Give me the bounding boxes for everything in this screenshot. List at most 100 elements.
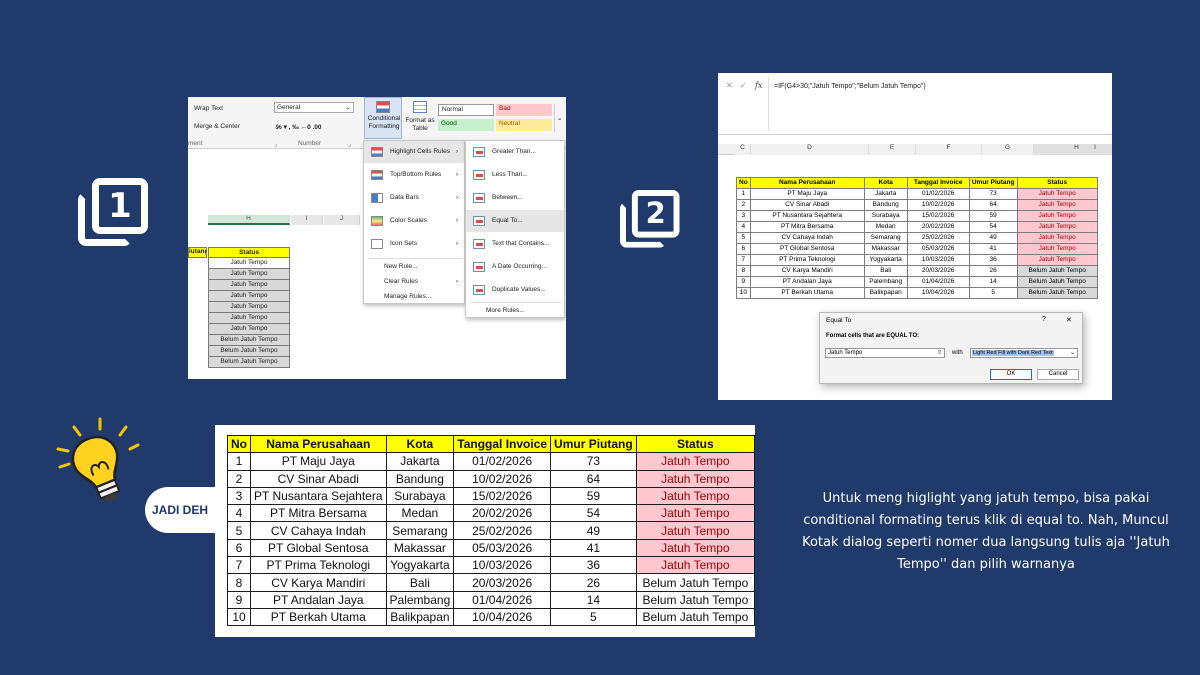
small-table-cell[interactable]: 10/03/2026 <box>906 254 970 266</box>
close-button[interactable]: ✕ <box>1066 316 1072 324</box>
ok-button[interactable]: OK <box>990 369 1032 380</box>
submenu-item-less-than[interactable]: Less Than... <box>466 164 564 186</box>
style-normal[interactable]: Normal <box>438 104 494 116</box>
status-cell[interactable]: Jatuh Tempo <box>635 486 756 506</box>
dialog-launcher-icon[interactable]: ⌟ <box>274 140 277 148</box>
column-header-c[interactable]: C <box>735 144 751 155</box>
table-cell[interactable]: CV Sinar Abadi <box>250 469 387 488</box>
table-cell[interactable]: PT Berkah Utama <box>250 607 387 627</box>
table-cell[interactable]: Semarang <box>385 521 455 540</box>
status-cell[interactable]: Belum Jatuh Tempo <box>208 335 290 346</box>
small-table-cell[interactable]: 59 <box>968 210 1018 222</box>
table-cell[interactable]: PT Mitra Bersama <box>250 504 387 523</box>
header-cell[interactable]: Kota <box>385 434 455 454</box>
small-status-cell[interactable]: Belum Jatuh Tempo <box>1016 287 1098 299</box>
small-table-cell[interactable]: CV Sinar Abadi <box>749 199 865 211</box>
small-table-cell[interactable]: PT Global Sentosa <box>749 243 865 255</box>
small-table-cell[interactable]: 36 <box>968 254 1018 266</box>
small-table-cell[interactable]: 49 <box>968 232 1018 244</box>
table-cell[interactable]: 15/02/2026 <box>453 486 552 506</box>
header-cell[interactable]: No <box>227 434 251 454</box>
table-cell[interactable]: 10/02/2026 <box>453 469 552 488</box>
status-cell[interactable]: Jatuh Tempo <box>208 269 290 280</box>
small-table-cell[interactable]: PT Andalan Jaya <box>749 276 865 288</box>
small-table-cell[interactable]: 10 <box>736 287 751 299</box>
small-table-cell[interactable]: 5 <box>968 287 1018 299</box>
small-header-cell[interactable]: Nama Perusahaan <box>749 177 865 189</box>
small-table-cell[interactable]: 01/02/2026 <box>906 188 970 200</box>
cancel-icon[interactable]: ✕ <box>726 81 733 90</box>
table-cell[interactable]: 2 <box>227 469 251 488</box>
header-cell[interactable]: Status <box>635 434 756 454</box>
header-cell-left[interactable]: iutang <box>188 247 207 258</box>
small-table-cell[interactable]: 64 <box>968 199 1018 211</box>
submenu-item-equal-to[interactable]: Equal To... <box>466 210 564 232</box>
small-table-cell[interactable]: 2 <box>736 199 751 211</box>
status-cell[interactable]: Belum Jatuh Tempo <box>635 590 756 609</box>
table-cell[interactable]: 25/02/2026 <box>453 521 552 540</box>
table-cell[interactable]: 41 <box>550 538 637 558</box>
column-header-h[interactable]: H <box>208 215 290 225</box>
menu-item-clear-rules[interactable]: Clear Rules › <box>364 274 464 289</box>
small-table-cell[interactable]: CV Cahaya Indah <box>749 232 865 244</box>
table-cell[interactable]: 14 <box>550 590 637 609</box>
small-table-cell[interactable]: Semarang <box>863 232 908 244</box>
menu-item-manage-rules[interactable]: Manage Rules... <box>364 289 464 304</box>
header-cell[interactable]: Nama Perusahaan <box>250 434 387 454</box>
style-bad[interactable]: Bad <box>496 104 552 116</box>
submenu-item-between[interactable]: Between... <box>466 187 564 209</box>
table-cell[interactable]: Balikpapan <box>385 607 455 627</box>
table-cell[interactable]: 4 <box>227 504 251 523</box>
small-table-cell[interactable]: 54 <box>968 221 1018 233</box>
status-cell[interactable]: Jatuh Tempo <box>208 280 290 291</box>
small-table-cell[interactable]: 10/04/2026 <box>906 287 970 299</box>
table-cell[interactable]: 36 <box>550 556 637 575</box>
table-cell[interactable]: 6 <box>227 538 251 558</box>
small-header-cell[interactable]: Status <box>1016 177 1098 189</box>
submenu-item-text-contains[interactable]: Text that Contains... <box>466 233 564 255</box>
small-table-cell[interactable]: 5 <box>736 232 751 244</box>
column-header-d[interactable]: D <box>751 144 869 155</box>
column-header-i[interactable]: I <box>1078 144 1112 155</box>
small-table-cell[interactable]: 7 <box>736 254 751 266</box>
submenu-item-date-occurring[interactable]: A Date Occurring... <box>466 256 564 278</box>
small-table-cell[interactable]: 20/03/2026 <box>906 265 970 277</box>
menu-item-color-scales[interactable]: Color Scales › <box>364 210 464 232</box>
table-cell[interactable]: Palembang <box>385 590 455 609</box>
table-cell[interactable]: Yogyakarta <box>385 556 455 575</box>
column-header-e[interactable]: E <box>869 144 916 155</box>
small-table-cell[interactable]: Makassar <box>863 243 908 255</box>
submenu-item-duplicate-values[interactable]: Duplicate Values... <box>466 279 564 301</box>
small-table-cell[interactable]: 6 <box>736 243 751 255</box>
table-cell[interactable]: PT Global Sentosa <box>250 538 387 558</box>
table-cell[interactable]: Medan <box>385 504 455 523</box>
menu-item-new-rule[interactable]: New Rule... <box>364 259 464 274</box>
table-cell[interactable]: 10 <box>227 607 251 627</box>
menu-item-top-bottom-rules[interactable]: Top/Bottom Rules › <box>364 164 464 186</box>
menu-item-highlight-cells-rules[interactable]: Highlight Cells Rules › <box>364 141 464 163</box>
table-cell[interactable]: 10/03/2026 <box>453 556 552 575</box>
status-cell[interactable]: Belum Jatuh Tempo <box>635 573 756 592</box>
status-cell[interactable]: Jatuh Tempo <box>208 302 290 313</box>
small-status-cell[interactable]: Jatuh Tempo <box>1016 232 1098 244</box>
help-button[interactable]: ? <box>1042 316 1046 323</box>
table-cell[interactable]: PT Nusantara Sejahtera <box>250 486 387 506</box>
style-good[interactable]: Good <box>438 119 494 131</box>
table-cell[interactable]: 54 <box>550 504 637 523</box>
status-cell[interactable]: Jatuh Tempo <box>635 452 756 471</box>
small-status-cell[interactable]: Jatuh Tempo <box>1016 210 1098 222</box>
status-cell[interactable]: Jatuh Tempo <box>208 313 290 324</box>
status-cell[interactable]: Jatuh Tempo <box>635 556 756 575</box>
status-cell[interactable]: Jatuh Tempo <box>208 324 290 335</box>
small-table-cell[interactable]: 73 <box>968 188 1018 200</box>
small-table-cell[interactable]: 01/04/2026 <box>906 276 970 288</box>
table-cell[interactable]: Surabaya <box>385 486 455 506</box>
small-table-cell[interactable]: 20/02/2026 <box>906 221 970 233</box>
small-table-cell[interactable]: PT Berkah Utama <box>749 287 865 299</box>
small-table-cell[interactable]: 41 <box>968 243 1018 255</box>
table-cell[interactable]: Makassar <box>385 538 455 558</box>
small-table-cell[interactable]: PT Mitra Bersama <box>749 221 865 233</box>
cancel-button[interactable]: Cancel <box>1037 369 1079 380</box>
header-cell[interactable]: Tanggal Invoice <box>453 434 552 454</box>
table-cell[interactable]: 73 <box>550 452 637 471</box>
